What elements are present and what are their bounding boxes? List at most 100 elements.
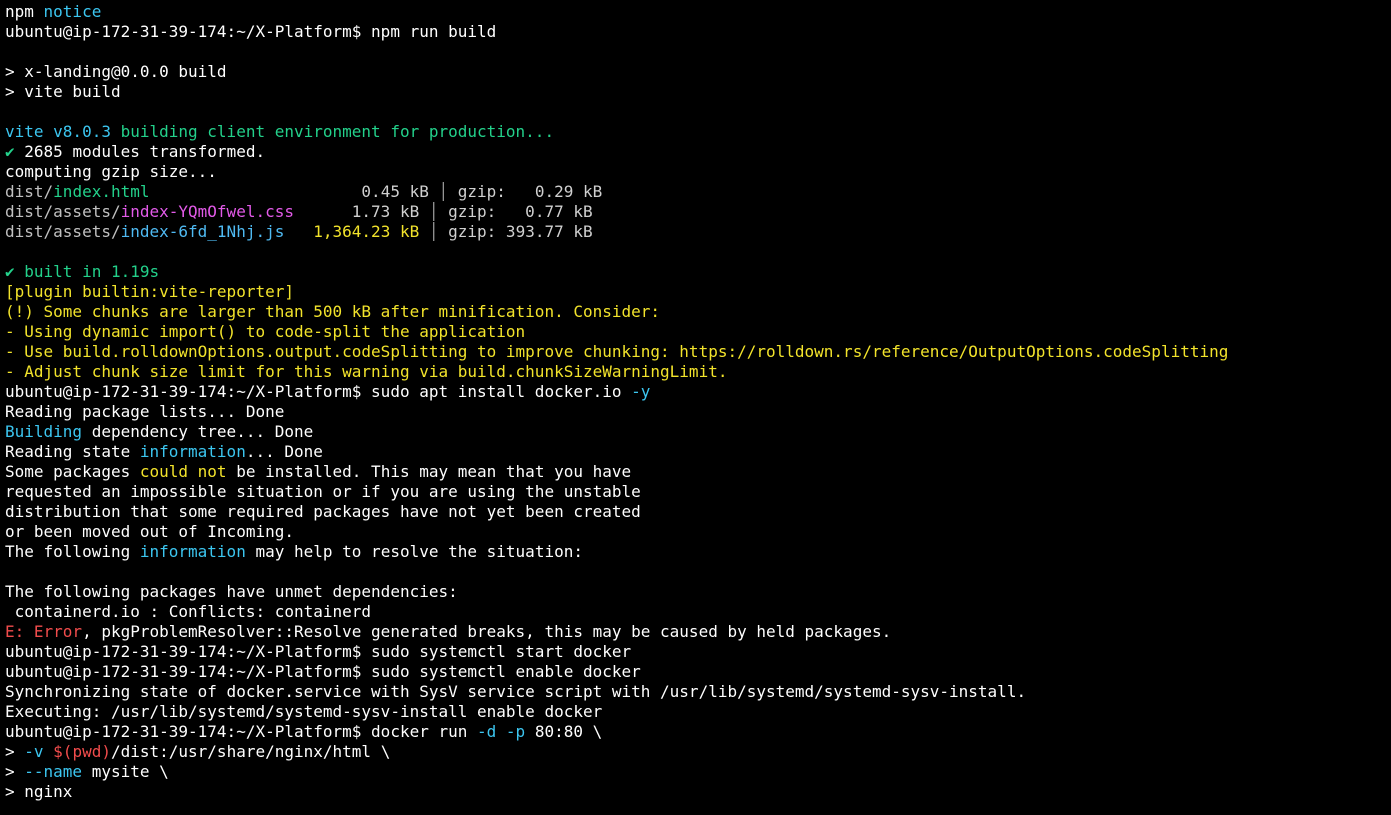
terminal-text-segment: 1.73 kB <box>293 202 429 221</box>
terminal-text-segment: 1,364.23 kB <box>284 222 429 241</box>
terminal-text-segment: computing gzip size... <box>5 162 217 181</box>
terminal-text-segment: may help to resolve the situation: <box>245 542 583 561</box>
terminal-line: ✔ 2685 modules transformed. <box>5 142 1386 162</box>
terminal-text-segment: containerd.io : Conflicts: containerd <box>5 602 372 621</box>
terminal-line: > vite build <box>5 82 1386 102</box>
terminal-line: or been moved out of Incoming. <box>5 522 1386 542</box>
terminal-line: ubuntu@ip-172-31-39-174:~/X-Platform$ do… <box>5 722 1386 742</box>
terminal-line: - Adjust chunk size limit for this warni… <box>5 362 1386 382</box>
terminal-text-segment: vite v8.0.3 <box>5 122 121 141</box>
terminal-text-segment: index-6fd_1Nhj.js <box>120 222 285 241</box>
terminal-line: vite v8.0.3 building client environment … <box>5 122 1386 142</box>
terminal-text-segment: gzip: 393.77 kB <box>438 222 593 241</box>
terminal-line: The following information may help to re… <box>5 542 1386 562</box>
terminal-text-segment: -d -p <box>477 722 526 741</box>
terminal-text-segment: > nginx <box>5 782 73 801</box>
terminal-line: ubuntu@ip-172-31-39-174:~/X-Platform$ su… <box>5 382 1386 402</box>
terminal-text-segment: [plugin builtin:vite-reporter] <box>5 282 294 301</box>
terminal-line: Synchronizing state of docker.service wi… <box>5 682 1386 702</box>
terminal-line: The following packages have unmet depend… <box>5 582 1386 602</box>
terminal-text-segment: mysite \ <box>82 762 169 781</box>
terminal-text-segment: - Using dynamic import() to code-split t… <box>5 322 526 341</box>
terminal-text-segment: index-YQmOfwel.css <box>120 202 294 221</box>
terminal-line: > x-landing@0.0.0 build <box>5 62 1386 82</box>
terminal-line: - Use build.rolldownOptions.output.codeS… <box>5 342 1386 362</box>
terminal-line: Executing: /usr/lib/systemd/systemd-sysv… <box>5 702 1386 722</box>
terminal-text-segment: --name <box>24 762 83 781</box>
terminal-line: npm notice <box>5 2 1386 22</box>
terminal-text-segment: or been moved out of Incoming. <box>5 522 294 541</box>
terminal-line: - Using dynamic import() to code-split t… <box>5 322 1386 342</box>
terminal-text-segment: information <box>139 442 246 461</box>
terminal-text-segment: Reading state <box>5 442 140 461</box>
terminal-line: Reading package lists... Done <box>5 402 1386 422</box>
terminal-text-segment: │ <box>428 222 439 241</box>
terminal-text-segment: dist/assets/ <box>5 202 121 221</box>
terminal-text-segment: $(pwd) <box>53 742 111 761</box>
terminal-line: > -v $(pwd)/dist:/usr/share/nginx/html \ <box>5 742 1386 762</box>
terminal-line: ubuntu@ip-172-31-39-174:~/X-Platform$ np… <box>5 22 1386 42</box>
terminal-text-segment: -y <box>631 382 651 401</box>
terminal-text-segment: ubuntu@ip-172-31-39-174:~/X-Platform$ np… <box>5 22 497 41</box>
terminal-text-segment: Reading package lists... Done <box>5 402 285 421</box>
terminal-text-segment: requested an impossible situation or if … <box>5 482 641 501</box>
terminal-text-segment: distribution that some required packages… <box>5 502 641 521</box>
terminal-text-segment: , pkgProblemResolver::Resolve generated … <box>82 622 892 641</box>
terminal-text-segment: gzip: 0.77 kB <box>438 202 593 221</box>
terminal-text-segment: be installed. This may mean that you hav… <box>226 462 632 481</box>
terminal-line: dist/index.html 0.45 kB │ gzip: 0.29 kB <box>5 182 1386 202</box>
terminal-text-segment: npm <box>5 2 44 21</box>
terminal-text-segment: ubuntu@ip-172-31-39-174:~/X-Platform$ su… <box>5 662 641 681</box>
terminal-line: computing gzip size... <box>5 162 1386 182</box>
terminal-line: ubuntu@ip-172-31-39-174:~/X-Platform$ su… <box>5 642 1386 662</box>
terminal-text-segment: -v <box>24 742 44 761</box>
terminal-line: distribution that some required packages… <box>5 502 1386 522</box>
terminal-text-segment: 2685 modules transformed. <box>14 142 266 161</box>
terminal-text-segment: - Adjust chunk size limit for this warni… <box>5 362 728 381</box>
terminal-text-segment: ubuntu@ip-172-31-39-174:~/X-Platform$ su… <box>5 382 632 401</box>
terminal-text-segment: Some packages <box>5 462 140 481</box>
terminal-text-segment: > <box>5 742 25 761</box>
terminal-line: (!) Some chunks are larger than 500 kB a… <box>5 302 1386 322</box>
terminal-text-segment: notice <box>43 2 102 21</box>
terminal-line: E: Error, pkgProblemResolver::Resolve ge… <box>5 622 1386 642</box>
terminal-text-segment: Synchronizing state of docker.service wi… <box>5 682 1027 701</box>
terminal-line: ubuntu@ip-172-31-39-174:~/X-Platform$ su… <box>5 662 1386 682</box>
terminal-line: > --name mysite \ <box>5 762 1386 782</box>
terminal-text-segment: > <box>5 762 25 781</box>
terminal-text-segment: - Use build.rolldownOptions.output.codeS… <box>5 342 1229 361</box>
terminal-text-segment: information <box>139 542 246 561</box>
terminal-text-segment: index.html <box>53 182 150 201</box>
terminal-text-segment: Executing: /usr/lib/systemd/systemd-sysv… <box>5 702 603 721</box>
terminal-line: Reading state information... Done <box>5 442 1386 462</box>
terminal-text-segment: The following <box>5 542 140 561</box>
terminal-line: requested an impossible situation or if … <box>5 482 1386 502</box>
terminal-text-segment: dist/ <box>5 182 54 201</box>
terminal-text-segment: ✔ built in 1.19s <box>5 262 160 281</box>
terminal-text-segment: │ <box>438 182 449 201</box>
terminal-text-segment: gzip: 0.29 kB <box>448 182 603 201</box>
terminal-text-segment: ✔ <box>5 142 15 161</box>
terminal-text-segment: > vite build <box>5 82 121 101</box>
terminal-text-segment: ubuntu@ip-172-31-39-174:~/X-Platform$ su… <box>5 642 632 661</box>
terminal-output[interactable]: npm notice ubuntu@ip-172-31-39-174:~/X-Pl… <box>0 0 1391 815</box>
terminal-text-segment: ... Done <box>245 442 323 461</box>
terminal-text-segment: ubuntu@ip-172-31-39-174:~/X-Platform$ do… <box>5 722 478 741</box>
terminal-text-segment: > x-landing@0.0.0 build <box>5 62 227 81</box>
terminal-line: ✔ built in 1.19s <box>5 262 1386 282</box>
terminal-text-segment: 0.45 kB <box>149 182 439 201</box>
terminal-line: containerd.io : Conflicts: containerd <box>5 602 1386 622</box>
terminal-text-segment: 80:80 \ <box>525 722 603 741</box>
terminal-text-segment: dependency tree... Done <box>82 422 314 441</box>
terminal-text-segment: Building <box>5 422 83 441</box>
terminal-text-segment: /dist:/usr/share/nginx/html \ <box>110 742 391 761</box>
terminal-text-segment: The following packages have unmet depend… <box>5 582 458 601</box>
terminal-line: > nginx <box>5 782 1386 802</box>
terminal-line: Building dependency tree... Done <box>5 422 1386 442</box>
terminal-text-segment: building client environment for producti… <box>120 122 555 141</box>
terminal-text-segment: dist/assets/ <box>5 222 121 241</box>
